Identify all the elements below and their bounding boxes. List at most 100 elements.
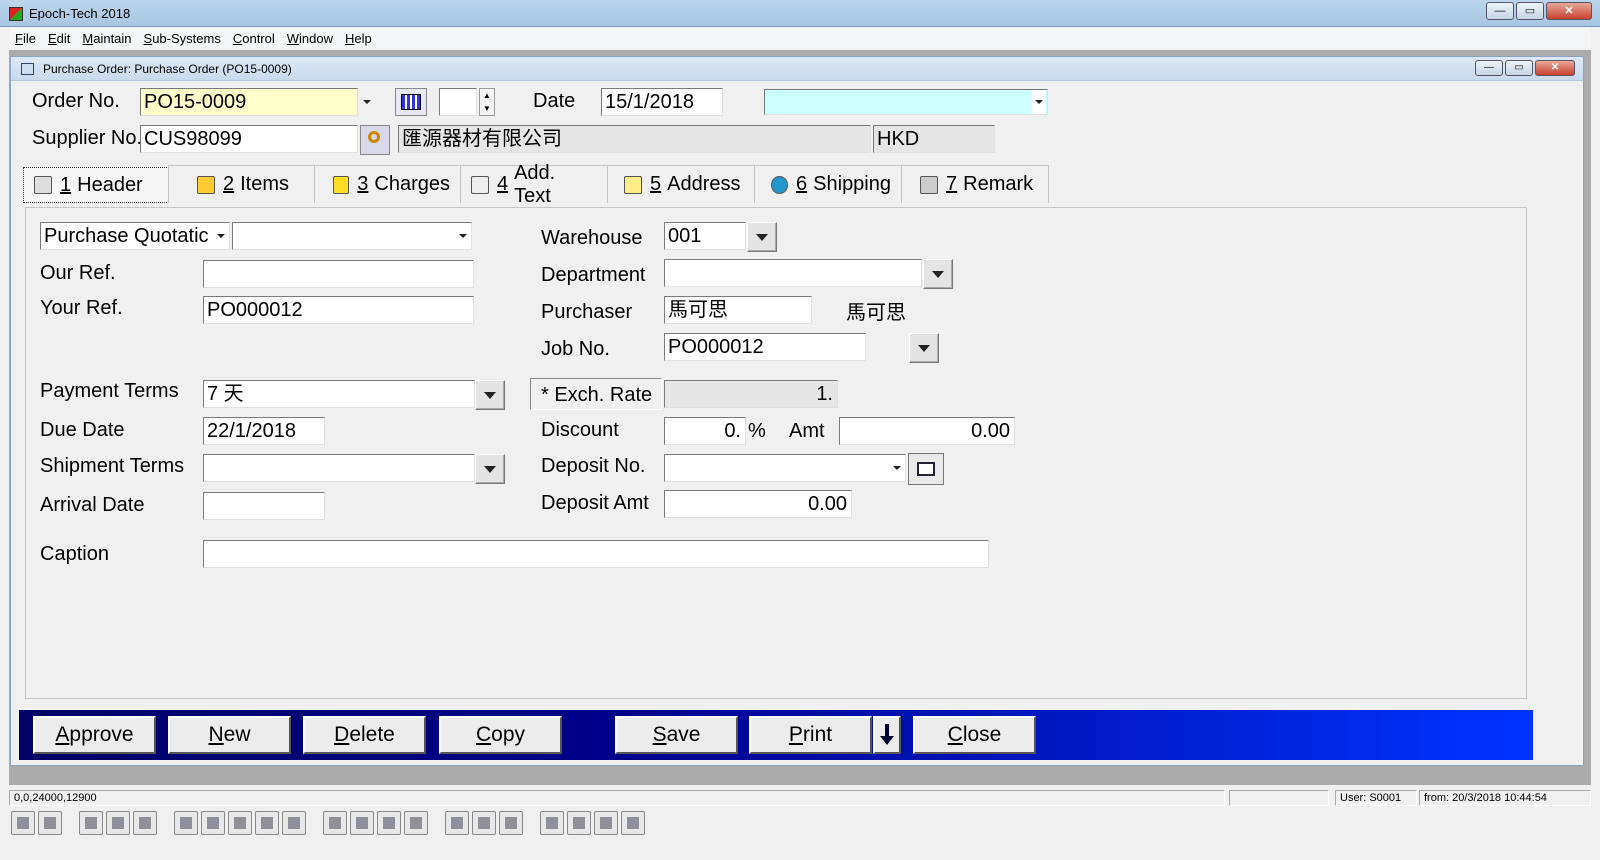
- shipment-terms-label: Shipment Terms: [40, 455, 185, 477]
- save-button[interactable]: Save: [615, 716, 738, 754]
- zoom-out-icon[interactable]: [499, 811, 523, 835]
- add-text-icon: [471, 175, 489, 194]
- your-ref-field[interactable]: PO000012: [203, 296, 474, 324]
- find-icon[interactable]: [377, 811, 401, 835]
- scanner-icon[interactable]: [133, 811, 157, 835]
- deposit-lookup-icon[interactable]: [908, 453, 944, 485]
- child-title: Purchase Order: Purchase Order (PO15-000…: [43, 62, 292, 76]
- close-button[interactable]: Close: [913, 716, 1036, 754]
- doc-type-dropdown-arrow[interactable]: [214, 224, 228, 248]
- due-date-label: Due Date: [40, 419, 125, 441]
- order-no-dropdown[interactable]: [360, 90, 386, 114]
- copy-icon[interactable]: [228, 811, 252, 835]
- cut-icon[interactable]: [201, 811, 225, 835]
- menu-maintain[interactable]: Maintain: [82, 31, 131, 46]
- status-coords: 0,0,24000,12900: [9, 790, 1225, 806]
- status-select[interactable]: [764, 89, 1048, 115]
- deposit-amt-field[interactable]: 0.00: [664, 490, 852, 518]
- exch-rate-label: * Exch. Rate: [541, 384, 653, 406]
- delete-button[interactable]: Delete: [303, 716, 426, 754]
- date-field[interactable]: 15/1/2018: [601, 88, 723, 116]
- tab-charges-label: Charges: [374, 173, 450, 195]
- payment-terms-field[interactable]: 7 天: [203, 380, 475, 408]
- flag-icon[interactable]: [567, 811, 591, 835]
- doc-subtype-dropdown-arrow[interactable]: [456, 224, 470, 248]
- discount-field[interactable]: 0.: [664, 417, 746, 445]
- exit-icon[interactable]: [11, 811, 35, 835]
- warehouse-dropdown[interactable]: [747, 222, 777, 252]
- deposit-no-dropdown-arrow[interactable]: [890, 456, 904, 480]
- child-close-button[interactable]: ✕: [1535, 60, 1575, 76]
- tab-charges[interactable]: 3 Charges: [314, 165, 461, 203]
- windows-icon[interactable]: [445, 811, 469, 835]
- paste-icon[interactable]: [255, 811, 279, 835]
- calendar-icon[interactable]: [395, 88, 427, 116]
- exch-rate-field: 1.: [664, 380, 838, 408]
- child-restore-button[interactable]: ▭: [1505, 60, 1533, 76]
- tab-address[interactable]: 5 Address: [607, 165, 755, 203]
- close-window-button[interactable]: ✕: [1546, 2, 1592, 20]
- preview-icon[interactable]: [106, 811, 130, 835]
- caption-field[interactable]: [203, 540, 989, 568]
- doc-type-field[interactable]: Purchase Quotatic: [40, 222, 230, 250]
- deposit-no-field[interactable]: [664, 454, 906, 482]
- supplier-search-icon[interactable]: [360, 125, 390, 155]
- calculator-icon[interactable]: [594, 811, 618, 835]
- child-minimize-button[interactable]: —: [1475, 60, 1503, 76]
- purchaser-field[interactable]: 馬可思: [664, 296, 812, 324]
- tab-items[interactable]: 2 Items: [168, 165, 315, 203]
- tab-header-label: Header: [77, 173, 143, 196]
- menu-help[interactable]: Help: [345, 31, 372, 46]
- job-no-field[interactable]: PO000012: [664, 333, 866, 361]
- copy-button[interactable]: Copy: [439, 716, 562, 754]
- approve-button[interactable]: Approve: [33, 716, 156, 754]
- printer-icon[interactable]: [79, 811, 103, 835]
- order-sequence-field[interactable]: [439, 88, 477, 116]
- our-ref-field[interactable]: [203, 260, 474, 288]
- tab-header[interactable]: 1 Header: [23, 167, 169, 203]
- tab-remark[interactable]: 7 Remark: [901, 165, 1049, 203]
- shipment-terms-field[interactable]: [203, 454, 475, 482]
- caption-label: Caption: [40, 543, 109, 565]
- lock-icon[interactable]: [38, 811, 62, 835]
- menu-file[interactable]: File: [15, 31, 36, 46]
- print-options-icon[interactable]: [873, 716, 901, 754]
- menu-window[interactable]: Window: [287, 31, 333, 46]
- discount-label: Discount: [541, 419, 619, 441]
- prev-icon[interactable]: [323, 811, 347, 835]
- print-button[interactable]: Print: [749, 716, 872, 754]
- undo-icon[interactable]: [174, 811, 198, 835]
- maximize-button[interactable]: ▭: [1516, 2, 1544, 20]
- new-button[interactable]: New: [168, 716, 291, 754]
- amt-field[interactable]: 0.00: [839, 417, 1015, 445]
- tab-shipping[interactable]: 6 Shipping: [754, 165, 902, 203]
- address-icon: [624, 175, 642, 194]
- report-icon[interactable]: [621, 811, 645, 835]
- payment-terms-dropdown[interactable]: [475, 380, 505, 410]
- department-dropdown[interactable]: [923, 259, 953, 289]
- due-date-field[interactable]: 22/1/2018: [203, 417, 325, 445]
- arrival-date-field[interactable]: [203, 492, 325, 520]
- tab-shipping-label: Shipping: [813, 173, 891, 195]
- order-spinner[interactable]: ▲ ▼: [479, 88, 495, 116]
- warehouse-field[interactable]: 001: [664, 222, 746, 250]
- doc-subtype-field[interactable]: [232, 222, 472, 250]
- menu-control[interactable]: Control: [233, 31, 275, 46]
- menu-sub-systems[interactable]: Sub-Systems: [144, 31, 221, 46]
- money-icon[interactable]: [540, 811, 564, 835]
- minimize-button[interactable]: —: [1486, 2, 1514, 20]
- supplier-no-field[interactable]: CUS98099: [140, 125, 358, 153]
- payment-terms-label: Payment Terms: [40, 380, 179, 402]
- job-no-dropdown[interactable]: [909, 333, 939, 363]
- next-icon[interactable]: [350, 811, 374, 835]
- status-dropdown-arrow[interactable]: [1032, 90, 1046, 114]
- font-icon[interactable]: [282, 811, 306, 835]
- find-next-icon[interactable]: [404, 811, 428, 835]
- shipment-terms-dropdown[interactable]: [475, 454, 505, 484]
- order-no-field[interactable]: PO15-0009: [140, 88, 358, 116]
- menu-edit[interactable]: Edit: [48, 31, 70, 46]
- department-field[interactable]: [664, 259, 922, 287]
- tab-add-text[interactable]: 4 Add. Text: [460, 162, 608, 207]
- zoom-in-icon[interactable]: [472, 811, 496, 835]
- warehouse-label: Warehouse: [541, 227, 643, 249]
